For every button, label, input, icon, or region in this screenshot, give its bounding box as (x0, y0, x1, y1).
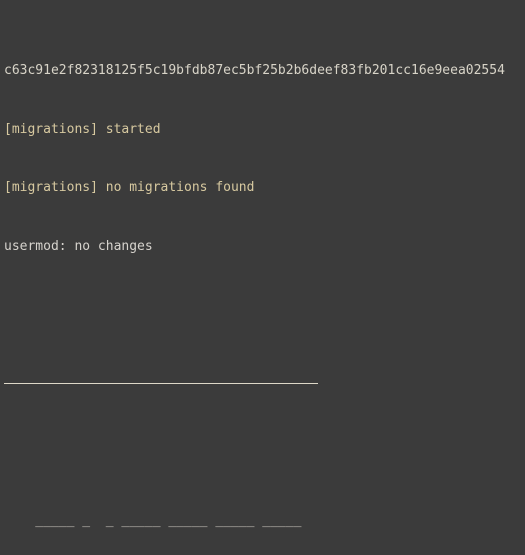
log-line-migrations-none: [migrations] no migrations found (4, 180, 255, 196)
log-line-usermod: usermod: no changes (4, 239, 153, 255)
terminal-window[interactable]: c63c91e2f82318125f5c19bfdb87ec5bf25b2b6d… (0, 0, 525, 555)
terminal-screen: c63c91e2f82318125f5c19bfdb87ec5bf25b2b6d… (0, 0, 525, 555)
log-line-migrations-started: [migrations] started (4, 121, 161, 137)
ascii-art-line-1: _____ _ _ _____ _____ _____ _____ (4, 513, 302, 529)
separator-rule-top (4, 374, 525, 394)
log-line-image-hash: c63c91e2f82318125f5c19bfdb87ec5bf25b2b6d… (4, 62, 505, 78)
